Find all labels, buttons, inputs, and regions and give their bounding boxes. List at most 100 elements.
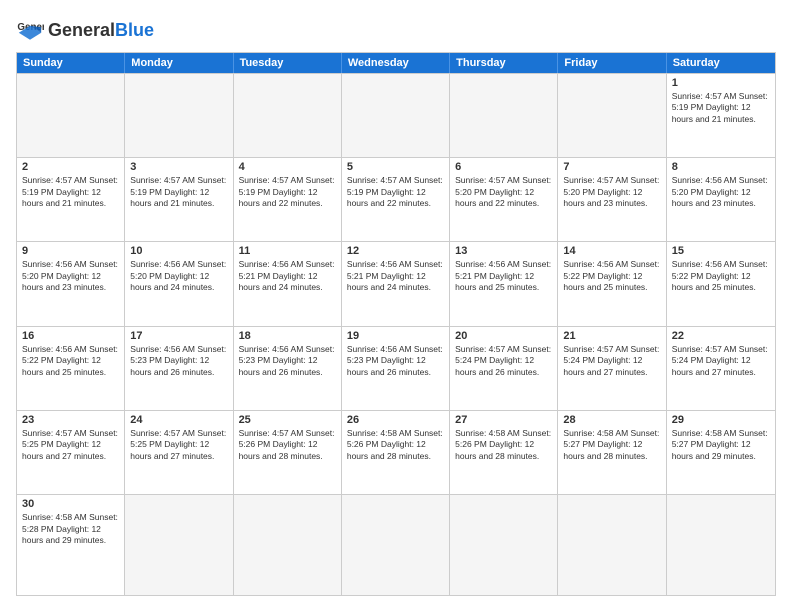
cell-info: Sunrise: 4:57 AM Sunset: 5:25 PM Dayligh…: [130, 428, 227, 462]
calendar-cell-4-2: 25 Sunrise: 4:57 AM Sunset: 5:26 PM Dayli…: [234, 411, 342, 494]
cell-day-number: 5: [347, 161, 444, 173]
calendar-cell-4-0: 23 Sunrise: 4:57 AM Sunset: 5:25 PM Dayli…: [17, 411, 125, 494]
cell-info: Sunrise: 4:57 AM Sunset: 5:19 PM Dayligh…: [347, 175, 444, 209]
weekday-header-saturday: Saturday: [667, 53, 775, 73]
cell-info: Sunrise: 4:56 AM Sunset: 5:20 PM Dayligh…: [672, 175, 770, 209]
calendar-cell-0-1: [125, 74, 233, 157]
cell-info: Sunrise: 4:57 AM Sunset: 5:19 PM Dayligh…: [22, 175, 119, 209]
calendar-cell-4-3: 26Sunrise: 4:58 AM Sunset: 5:26 PM Dayli…: [342, 411, 450, 494]
calendar-cell-3-2: 18 Sunrise: 4:56 AM Sunset: 5:23 PM Dayli…: [234, 327, 342, 410]
calendar-cell-3-3: 19Sunrise: 4:56 AM Sunset: 5:23 PM Dayli…: [342, 327, 450, 410]
calendar-cell-0-0: [17, 74, 125, 157]
calendar-cell-3-5: 21 Sunrise: 4:57 AM Sunset: 5:24 PM Dayli…: [558, 327, 666, 410]
cell-day-number: 17: [130, 330, 227, 342]
cell-info: Sunrise: 4:57 AM Sunset: 5:19 PM Dayligh…: [672, 91, 770, 125]
cell-day-number: 25: [239, 414, 336, 426]
cell-day-number: 15: [672, 245, 770, 257]
weekday-header-sunday: Sunday: [17, 53, 125, 73]
header: General GeneralBlue: [16, 16, 776, 44]
calendar-cell-1-6: 8 Sunrise: 4:56 AM Sunset: 5:20 PM Daylig…: [667, 158, 775, 241]
cell-day-number: 23: [22, 414, 119, 426]
calendar-cell-2-6: 15Sunrise: 4:56 AM Sunset: 5:22 PM Dayli…: [667, 242, 775, 325]
calendar-body: 1 Sunrise: 4:57 AM Sunset: 5:19 PM Daylig…: [17, 73, 775, 595]
weekday-header-friday: Friday: [558, 53, 666, 73]
calendar-row-2: 9 Sunrise: 4:56 AM Sunset: 5:20 PM Daylig…: [17, 241, 775, 325]
calendar-cell-5-1: [125, 495, 233, 595]
calendar-cell-4-4: 27Sunrise: 4:58 AM Sunset: 5:26 PM Dayli…: [450, 411, 558, 494]
calendar-cell-1-2: 4Sunrise: 4:57 AM Sunset: 5:19 PM Daylig…: [234, 158, 342, 241]
calendar-cell-2-2: 11Sunrise: 4:56 AM Sunset: 5:21 PM Dayli…: [234, 242, 342, 325]
cell-day-number: 6: [455, 161, 552, 173]
calendar-cell-3-1: 17 Sunrise: 4:56 AM Sunset: 5:23 PM Dayli…: [125, 327, 233, 410]
calendar-cell-4-1: 24Sunrise: 4:57 AM Sunset: 5:25 PM Dayli…: [125, 411, 233, 494]
calendar-cell-5-0: 30Sunrise: 4:58 AM Sunset: 5:28 PM Dayli…: [17, 495, 125, 595]
calendar-cell-0-3: [342, 74, 450, 157]
cell-info: Sunrise: 4:57 AM Sunset: 5:20 PM Dayligh…: [455, 175, 552, 209]
weekday-header-tuesday: Tuesday: [234, 53, 342, 73]
cell-info: Sunrise: 4:56 AM Sunset: 5:23 PM Dayligh…: [239, 344, 336, 378]
cell-info: Sunrise: 4:56 AM Sunset: 5:21 PM Dayligh…: [239, 259, 336, 293]
cell-day-number: 12: [347, 245, 444, 257]
page: General GeneralBlue SundayMondayTuesdayW…: [0, 0, 792, 612]
calendar-cell-4-6: 29 Sunrise: 4:58 AM Sunset: 5:27 PM Dayli…: [667, 411, 775, 494]
calendar-cell-5-6: [667, 495, 775, 595]
calendar-row-1: 2 Sunrise: 4:57 AM Sunset: 5:19 PM Daylig…: [17, 157, 775, 241]
calendar-cell-1-3: 5 Sunrise: 4:57 AM Sunset: 5:19 PM Daylig…: [342, 158, 450, 241]
calendar-header: SundayMondayTuesdayWednesdayThursdayFrid…: [17, 53, 775, 73]
cell-info: Sunrise: 4:56 AM Sunset: 5:21 PM Dayligh…: [347, 259, 444, 293]
cell-info: Sunrise: 4:57 AM Sunset: 5:25 PM Dayligh…: [22, 428, 119, 462]
calendar-cell-0-5: [558, 74, 666, 157]
calendar-cell-3-0: 16Sunrise: 4:56 AM Sunset: 5:22 PM Dayli…: [17, 327, 125, 410]
cell-info: Sunrise: 4:58 AM Sunset: 5:27 PM Dayligh…: [563, 428, 660, 462]
cell-day-number: 13: [455, 245, 552, 257]
cell-day-number: 3: [130, 161, 227, 173]
cell-day-number: 16: [22, 330, 119, 342]
calendar-row-4: 23 Sunrise: 4:57 AM Sunset: 5:25 PM Dayli…: [17, 410, 775, 494]
cell-info: Sunrise: 4:57 AM Sunset: 5:26 PM Dayligh…: [239, 428, 336, 462]
cell-info: Sunrise: 4:57 AM Sunset: 5:24 PM Dayligh…: [563, 344, 660, 378]
cell-day-number: 14: [563, 245, 660, 257]
calendar-row-5: 30Sunrise: 4:58 AM Sunset: 5:28 PM Dayli…: [17, 494, 775, 595]
calendar-cell-3-4: 20 Sunrise: 4:57 AM Sunset: 5:24 PM Dayli…: [450, 327, 558, 410]
cell-info: Sunrise: 4:57 AM Sunset: 5:19 PM Dayligh…: [239, 175, 336, 209]
cell-day-number: 9: [22, 245, 119, 257]
cell-day-number: 27: [455, 414, 552, 426]
logo: General GeneralBlue: [16, 16, 154, 44]
cell-day-number: 29: [672, 414, 770, 426]
logo-text: GeneralBlue: [48, 21, 154, 39]
weekday-header-thursday: Thursday: [450, 53, 558, 73]
cell-info: Sunrise: 4:57 AM Sunset: 5:24 PM Dayligh…: [455, 344, 552, 378]
logo-icon: General: [16, 16, 44, 44]
cell-day-number: 7: [563, 161, 660, 173]
calendar-cell-0-6: 1 Sunrise: 4:57 AM Sunset: 5:19 PM Daylig…: [667, 74, 775, 157]
weekday-header-monday: Monday: [125, 53, 233, 73]
cell-day-number: 8: [672, 161, 770, 173]
calendar: SundayMondayTuesdayWednesdayThursdayFrid…: [16, 52, 776, 596]
cell-day-number: 19: [347, 330, 444, 342]
cell-info: Sunrise: 4:58 AM Sunset: 5:27 PM Dayligh…: [672, 428, 770, 462]
calendar-cell-1-1: 3Sunrise: 4:57 AM Sunset: 5:19 PM Daylig…: [125, 158, 233, 241]
calendar-cell-0-2: [234, 74, 342, 157]
cell-info: Sunrise: 4:56 AM Sunset: 5:20 PM Dayligh…: [130, 259, 227, 293]
calendar-cell-4-5: 28 Sunrise: 4:58 AM Sunset: 5:27 PM Dayli…: [558, 411, 666, 494]
cell-day-number: 2: [22, 161, 119, 173]
cell-day-number: 10: [130, 245, 227, 257]
cell-info: Sunrise: 4:57 AM Sunset: 5:20 PM Dayligh…: [563, 175, 660, 209]
cell-day-number: 1: [672, 77, 770, 89]
cell-day-number: 18: [239, 330, 336, 342]
cell-day-number: 28: [563, 414, 660, 426]
cell-day-number: 22: [672, 330, 770, 342]
calendar-cell-2-0: 9Sunrise: 4:56 AM Sunset: 5:20 PM Daylig…: [17, 242, 125, 325]
cell-info: Sunrise: 4:57 AM Sunset: 5:24 PM Dayligh…: [672, 344, 770, 378]
calendar-cell-0-4: [450, 74, 558, 157]
calendar-cell-2-5: 14Sunrise: 4:56 AM Sunset: 5:22 PM Dayli…: [558, 242, 666, 325]
cell-info: Sunrise: 4:58 AM Sunset: 5:28 PM Dayligh…: [22, 512, 119, 546]
calendar-cell-3-6: 22 Sunrise: 4:57 AM Sunset: 5:24 PM Dayli…: [667, 327, 775, 410]
cell-day-number: 20: [455, 330, 552, 342]
calendar-cell-1-5: 7 Sunrise: 4:57 AM Sunset: 5:20 PM Daylig…: [558, 158, 666, 241]
calendar-cell-5-5: [558, 495, 666, 595]
cell-info: Sunrise: 4:56 AM Sunset: 5:23 PM Dayligh…: [130, 344, 227, 378]
cell-day-number: 21: [563, 330, 660, 342]
calendar-row-3: 16Sunrise: 4:56 AM Sunset: 5:22 PM Dayli…: [17, 326, 775, 410]
calendar-cell-2-3: 12 Sunrise: 4:56 AM Sunset: 5:21 PM Dayli…: [342, 242, 450, 325]
